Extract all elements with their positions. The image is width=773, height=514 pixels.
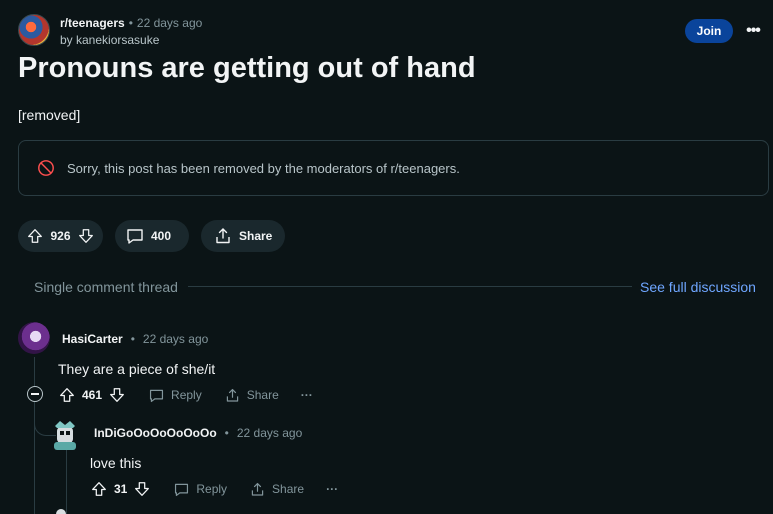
downvote-icon[interactable]: [77, 227, 95, 245]
comment-actions: 31 Reply Share ···: [90, 480, 338, 498]
separator-dot: •: [128, 16, 133, 30]
comment-icon: [175, 483, 189, 496]
avatar[interactable]: [51, 418, 79, 450]
share-icon: [216, 228, 230, 244]
comment-vote-count: 31: [114, 482, 128, 496]
upvote-icon[interactable]: [58, 386, 76, 404]
comment-author[interactable]: InDiGoOoOoOoOoOo: [94, 426, 217, 440]
share-button[interactable]: Share: [249, 481, 304, 498]
comment-vote: 461: [58, 386, 126, 404]
share-label: Share: [239, 229, 273, 243]
reply-button[interactable]: Reply: [148, 387, 202, 404]
separator-dot: •: [130, 332, 135, 346]
comment-vote: 31: [90, 480, 151, 498]
post-age: 22 days ago: [136, 16, 203, 30]
ban-icon: [38, 160, 54, 176]
share-label: Share: [246, 388, 279, 402]
comment-actions: 461 Reply Share ···: [58, 386, 313, 404]
comment-icon: [149, 389, 164, 402]
comment-age: 22 days ago: [142, 332, 209, 346]
more-icon[interactable]: ···: [301, 388, 313, 402]
comment-body: They are a piece of she/it: [58, 361, 216, 377]
comment-header: InDiGoOoOoOoOoOo • 22 days ago: [94, 426, 302, 440]
reply-label: Reply: [171, 388, 202, 402]
downvote-icon[interactable]: [108, 386, 126, 404]
removed-notice-text: Sorry, this post has been removed by the…: [67, 160, 460, 176]
comment-count: 400: [151, 229, 172, 243]
comment-header: HasiCarter • 22 days ago: [62, 332, 208, 346]
more-icon[interactable]: •••: [740, 19, 766, 43]
comment-vote-count: 461: [82, 388, 103, 402]
subreddit-avatar[interactable]: [18, 14, 50, 46]
upvote-icon[interactable]: [90, 480, 108, 498]
more-icon[interactable]: ···: [326, 482, 338, 496]
subreddit-meta: r/teenagers • 22 days ago: [60, 16, 202, 30]
post-vote-count: 926: [50, 229, 71, 243]
share-button[interactable]: Share: [201, 220, 285, 252]
comment-author[interactable]: HasiCarter: [62, 332, 123, 346]
downvote-icon[interactable]: [133, 480, 151, 498]
comment-icon: [127, 229, 143, 244]
share-icon: [251, 482, 264, 496]
comment-age: 22 days ago: [236, 426, 303, 440]
see-full-discussion-link[interactable]: See full discussion: [640, 279, 756, 295]
share-label: Share: [272, 482, 305, 496]
separator-dot: •: [224, 426, 229, 440]
comments-button[interactable]: 400: [115, 220, 189, 252]
join-button[interactable]: Join: [685, 19, 733, 43]
avatar[interactable]: [18, 322, 50, 354]
divider: [188, 286, 632, 287]
collapse-icon[interactable]: [27, 386, 43, 402]
post-body: [removed]: [18, 107, 81, 123]
reply-button[interactable]: Reply: [173, 481, 227, 498]
thread-rail[interactable]: [34, 357, 35, 514]
comment-body: love this: [90, 455, 142, 471]
share-icon: [226, 388, 238, 402]
thread-label: Single comment thread: [34, 279, 178, 295]
post-title: Pronouns are getting out of hand: [18, 52, 476, 84]
post-author[interactable]: by kanekiorsasuke: [60, 33, 159, 47]
post-vote-bar: 926: [18, 220, 103, 252]
share-button[interactable]: Share: [224, 387, 279, 404]
subreddit-name[interactable]: r/teenagers: [60, 16, 125, 30]
upvote-icon[interactable]: [26, 227, 44, 245]
avatar[interactable]: [56, 509, 66, 514]
reply-label: Reply: [196, 482, 228, 496]
removed-notice: Sorry, this post has been removed by the…: [18, 140, 769, 196]
thread-rail[interactable]: [66, 450, 67, 514]
